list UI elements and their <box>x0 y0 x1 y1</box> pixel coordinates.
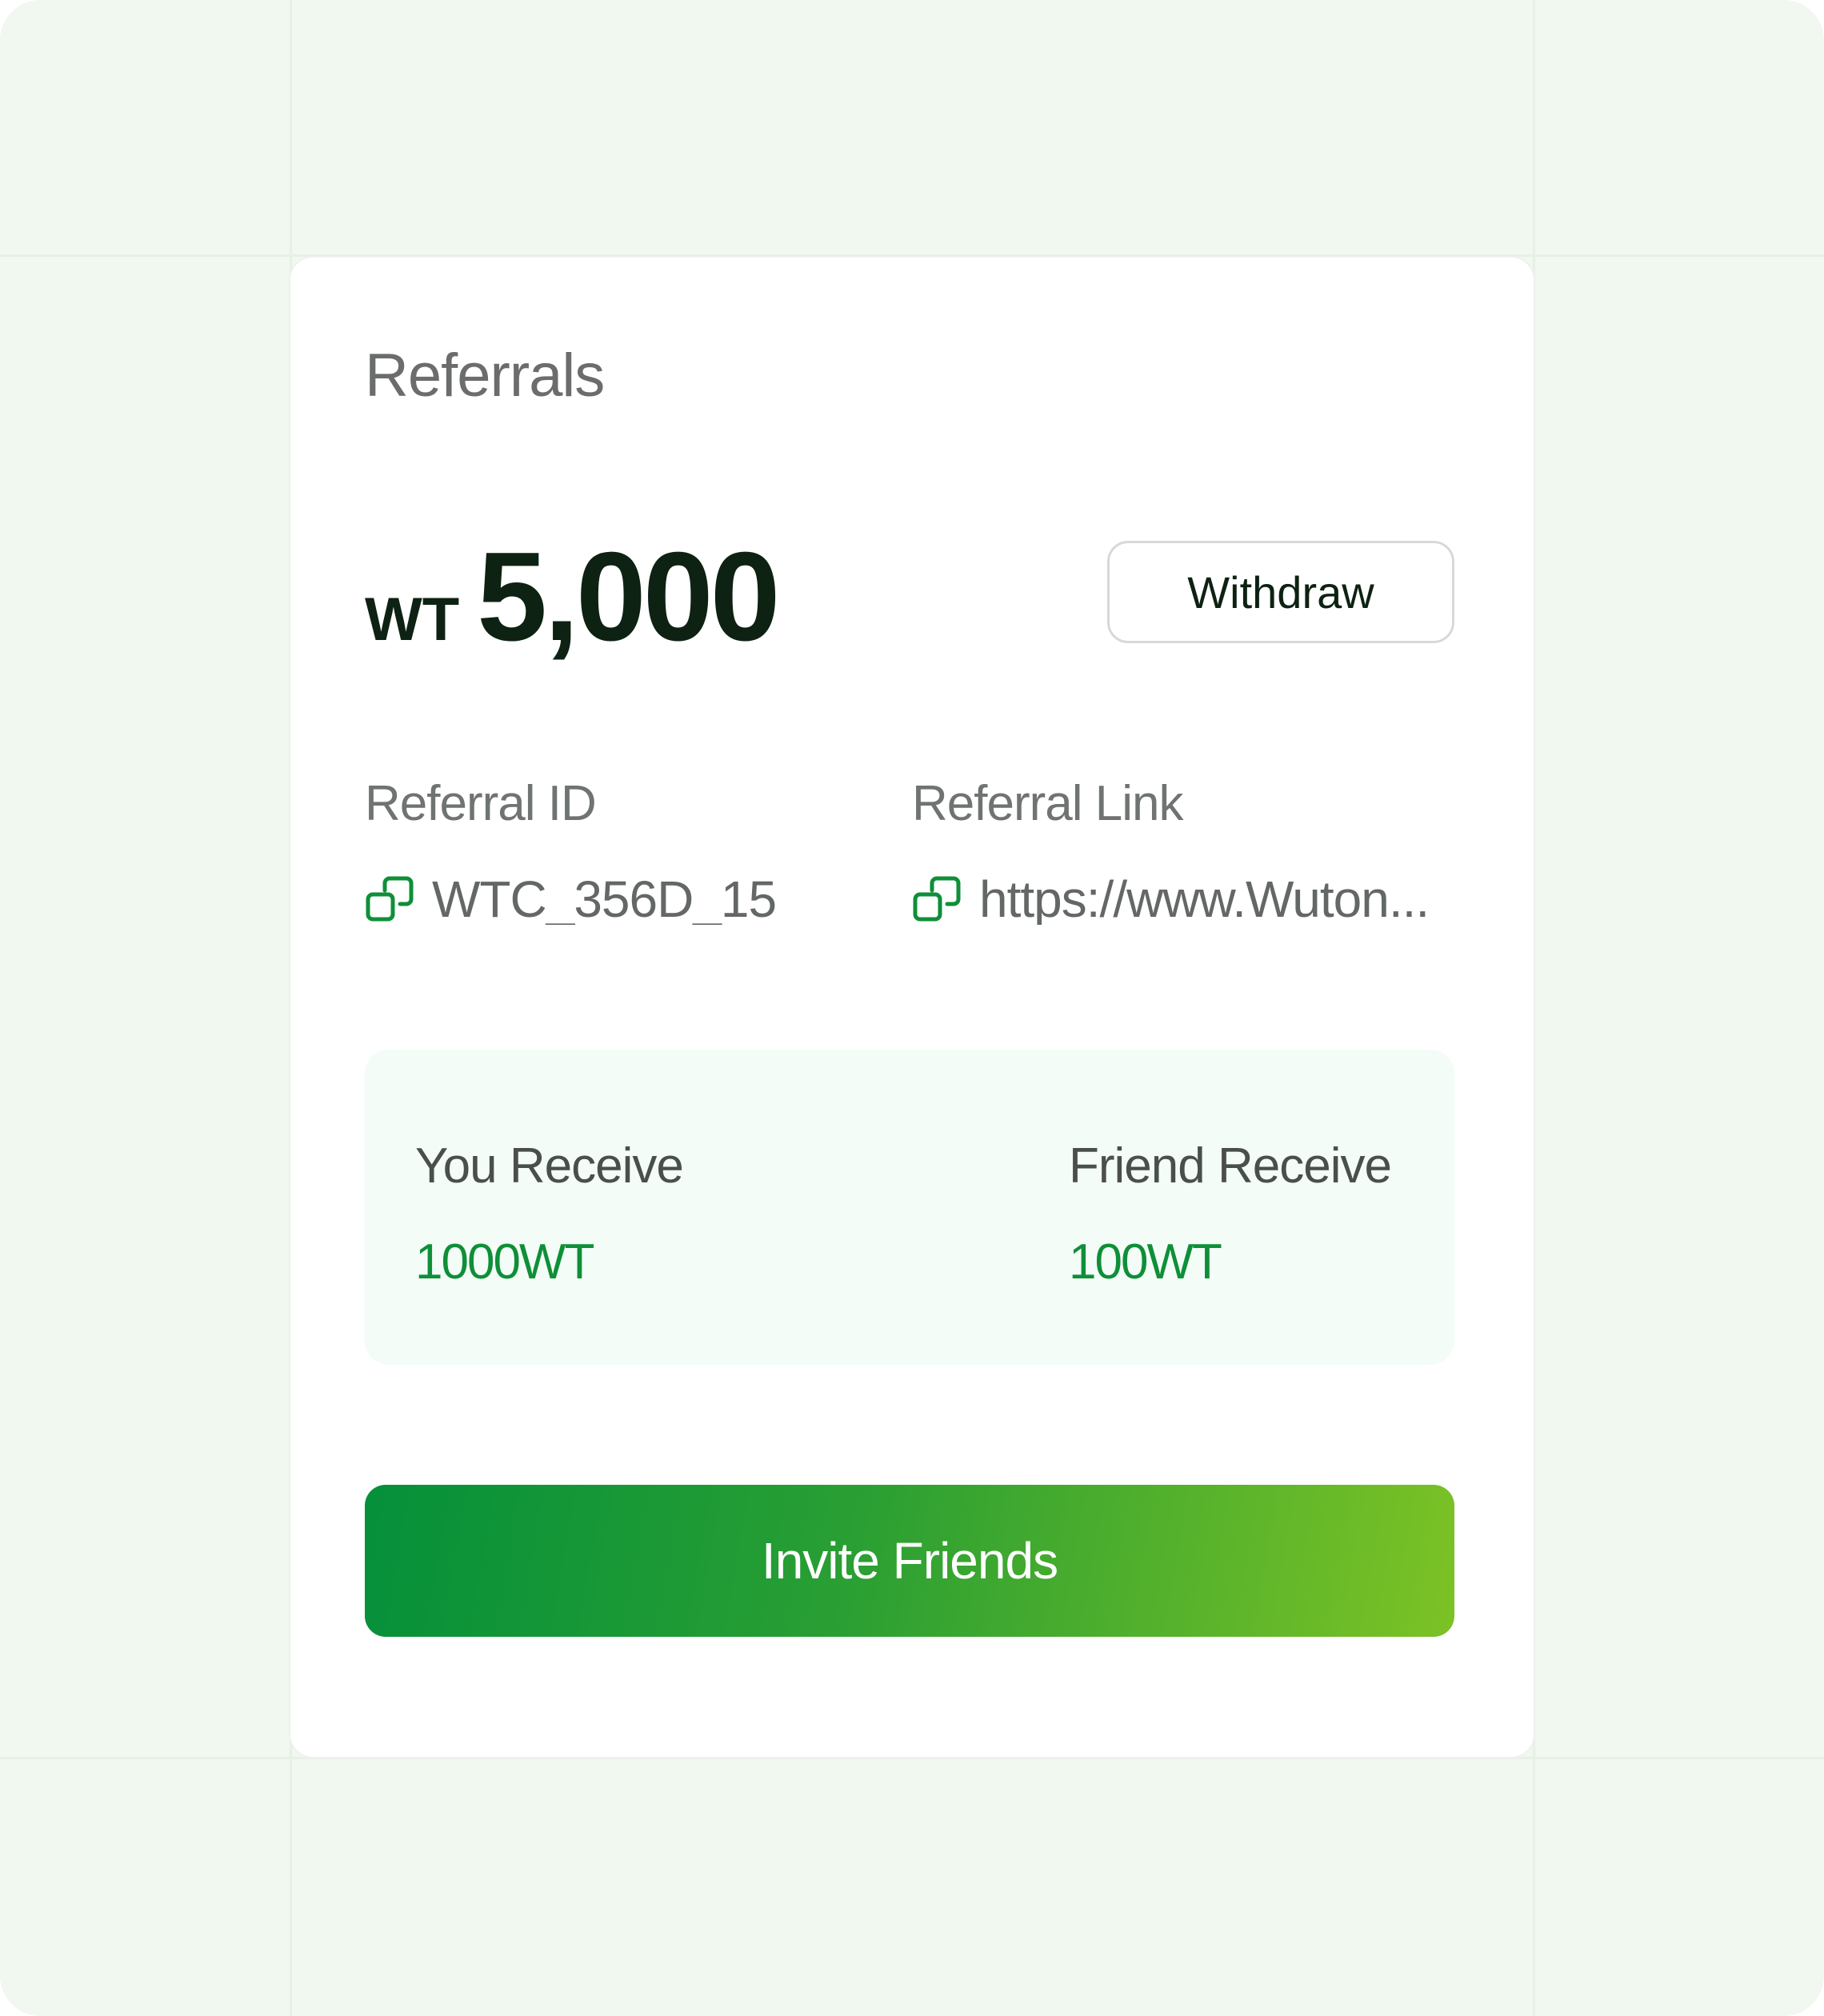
page-background: Referrals WT 5,000 Withdraw Referral ID … <box>0 0 1824 2016</box>
grid-line <box>0 1757 1824 1759</box>
referral-id-value: WTC_356D_15 <box>432 874 777 925</box>
friend-receive-value: 100WT <box>1069 1234 1222 1290</box>
copy-icon[interactable] <box>912 874 962 924</box>
you-receive-value: 1000WT <box>415 1234 594 1290</box>
copy-referral-id[interactable]: WTC_356D_15 <box>365 874 845 925</box>
copy-icon[interactable] <box>365 874 414 924</box>
referral-balance: WT 5,000 <box>365 526 781 667</box>
invite-friends-button[interactable]: Invite Friends <box>365 1485 1454 1637</box>
you-receive-label: You Receive <box>415 1138 684 1194</box>
referral-link-label: Referral Link <box>912 776 1183 831</box>
withdraw-button[interactable]: Withdraw <box>1107 541 1454 643</box>
balance-amount: 5,000 <box>477 526 780 667</box>
referral-link-value: https://www.Wuton... <box>979 874 1430 925</box>
copy-referral-link[interactable]: https://www.Wuton... <box>912 874 1456 925</box>
friend-receive-label: Friend Receive <box>1069 1138 1392 1194</box>
card-title: Referrals <box>365 342 605 410</box>
balance-currency: WT <box>365 586 460 654</box>
rewards-panel: You Receive 1000WT Friend Receive 100WT <box>365 1050 1454 1365</box>
referral-id-label: Referral ID <box>365 776 597 831</box>
referrals-card: Referrals WT 5,000 Withdraw Referral ID … <box>290 258 1534 1757</box>
grid-line <box>0 254 1824 257</box>
